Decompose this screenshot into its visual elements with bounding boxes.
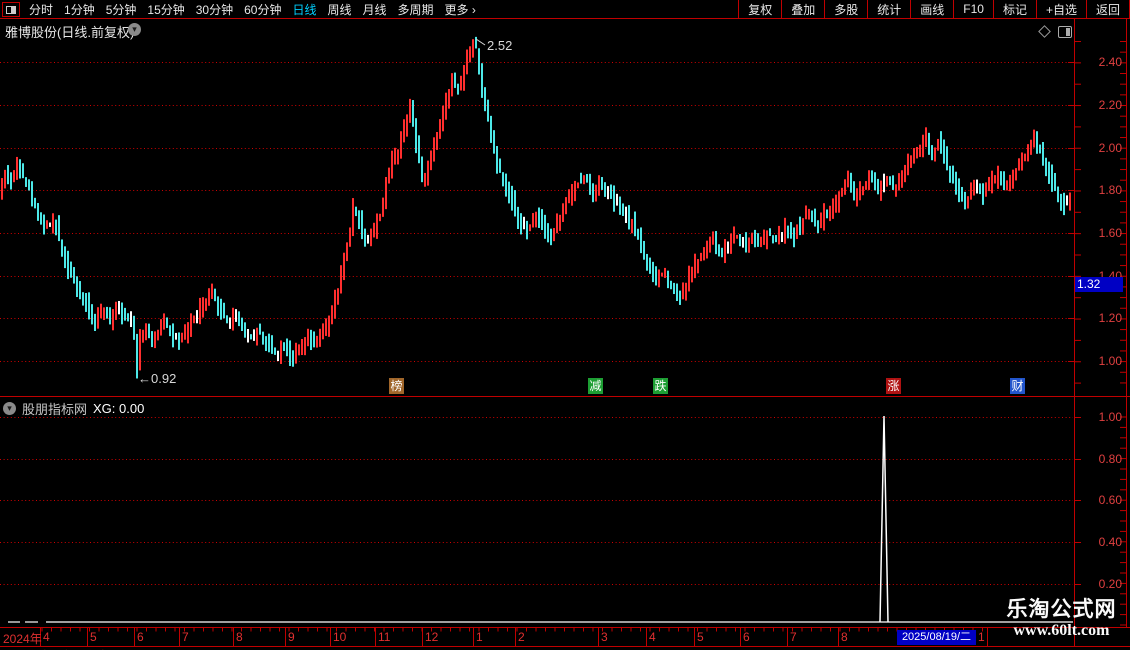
month-label-10: 2 <box>518 630 525 644</box>
split-view-icon <box>6 5 16 14</box>
annotation-pointer <box>475 38 486 46</box>
window-panel-icon[interactable] <box>2 2 20 17</box>
badge-0[interactable]: 榜 <box>389 378 404 394</box>
date-tag: 2025/08/19/二 <box>897 630 976 645</box>
period-tab-9[interactable]: 多周期 <box>398 1 434 18</box>
sub-y-label-0: 1.00 <box>1098 410 1122 424</box>
title-dropdown-icon[interactable]: ▾ <box>128 23 141 36</box>
tool-button-4[interactable]: 画线 <box>910 0 953 18</box>
main-y-label-7: 1.00 <box>1098 354 1122 368</box>
period-tab-0[interactable]: 分时 <box>29 1 53 18</box>
month-label-5: 9 <box>288 630 295 644</box>
period-tab-7[interactable]: 周线 <box>327 1 351 18</box>
stock-title: 雅博股份(日线.前复权) <box>5 25 135 40</box>
month-label-9: 1 <box>476 630 483 644</box>
indicator-name[interactable]: 股朋指标网 <box>22 399 87 418</box>
period-menu: 分时 1分钟 5分钟 15分钟 30分钟 60分钟 日线 周线 月线 多周期 更多 › <box>29 0 476 18</box>
period-tab-2[interactable]: 5分钟 <box>106 1 137 18</box>
low-annotation: ←0.92 <box>138 371 177 386</box>
month-label-4: 8 <box>236 630 243 644</box>
tool-button-0[interactable]: 复权 <box>738 0 781 18</box>
main-y-label-1: 2.20 <box>1098 98 1122 112</box>
watermark-site-name: 乐淘公式网 <box>1006 598 1117 621</box>
main-y-label-3: 1.80 <box>1098 183 1122 197</box>
period-tab-4[interactable]: 30分钟 <box>196 1 233 18</box>
indicator-dropdown-icon[interactable]: ▾ <box>3 402 16 415</box>
month-label-13: 5 <box>697 630 704 644</box>
period-tab-1[interactable]: 1分钟 <box>64 1 95 18</box>
layout-icon[interactable] <box>1058 26 1072 38</box>
period-tab-3[interactable]: 15分钟 <box>147 1 184 18</box>
top-menu-bar: 分时 1分钟 5分钟 15分钟 30分钟 60分钟 日线 周线 月线 多周期 更多 › 复权 叠加 多股… <box>0 0 1130 19</box>
tool-button-7[interactable]: +自选 <box>1035 0 1086 18</box>
month-label-11: 3 <box>601 630 608 644</box>
period-tab-10[interactable]: 更多 › <box>445 1 476 18</box>
tool-button-3[interactable]: 统计 <box>867 0 910 18</box>
badge-4[interactable]: 财 <box>1010 378 1025 394</box>
last-price-tag: 1.32 <box>1075 277 1123 292</box>
month-label-2: 6 <box>137 630 144 644</box>
tool-button-8[interactable]: 返回 <box>1085 0 1130 18</box>
sub-y-label-1: 0.80 <box>1098 452 1122 466</box>
month-label-7: 11 <box>378 630 391 644</box>
trading-app-window: 分时 1分钟 5分钟 15分钟 30分钟 60分钟 日线 周线 月线 多周期 更多 › 复权 叠加 多股… <box>0 0 1130 650</box>
indicator-header: ▾ 股朋指标网 XG: 0.00 <box>3 399 144 418</box>
next-month-label: 1 <box>978 630 985 644</box>
month-label-6: 10 <box>333 630 347 644</box>
badge-1[interactable]: 减 <box>588 378 603 394</box>
sub-y-label-4: 0.20 <box>1098 577 1122 591</box>
month-label-1: 5 <box>90 630 97 644</box>
year-label: 2024年 <box>3 632 42 646</box>
sub-y-label-3: 0.40 <box>1098 535 1122 549</box>
main-y-label-0: 2.40 <box>1098 55 1122 69</box>
sub-y-label-2: 0.60 <box>1098 493 1122 507</box>
period-tab-5[interactable]: 60分钟 <box>244 1 281 18</box>
indicator-value: XG: 0.00 <box>93 401 145 416</box>
main-y-label-2: 2.00 <box>1098 141 1122 155</box>
period-tab-6[interactable]: 日线 <box>292 1 316 18</box>
chart-canvas[interactable] <box>0 0 1130 650</box>
month-label-0: 4 <box>43 630 50 644</box>
badge-3[interactable]: 涨 <box>886 378 901 394</box>
watermark: 乐淘公式网 www.60lt.com <box>993 597 1130 640</box>
high-annotation: 2.52 <box>487 38 513 53</box>
watermark-url: www.60lt.com <box>1013 622 1110 639</box>
month-label-16: 8 <box>841 630 848 644</box>
month-label-12: 4 <box>649 630 656 644</box>
month-label-8: 12 <box>425 630 439 644</box>
tool-button-2[interactable]: 多股 <box>824 0 867 18</box>
indicator-spike <box>879 415 889 623</box>
badge-2[interactable]: 跌 <box>653 378 668 394</box>
tool-button-5[interactable]: F10 <box>953 0 993 18</box>
month-label-3: 7 <box>182 630 189 644</box>
tools-menu: 复权 叠加 多股 统计 画线 F10 标记 +自选 返回 <box>738 0 1130 18</box>
month-label-14: 6 <box>743 630 750 644</box>
tool-button-1[interactable]: 叠加 <box>781 0 824 18</box>
period-tab-8[interactable]: 月线 <box>363 1 387 18</box>
main-y-label-6: 1.20 <box>1098 311 1122 325</box>
tool-button-6[interactable]: 标记 <box>992 0 1036 18</box>
main-y-label-4: 1.60 <box>1098 226 1122 240</box>
month-label-15: 7 <box>790 630 797 644</box>
